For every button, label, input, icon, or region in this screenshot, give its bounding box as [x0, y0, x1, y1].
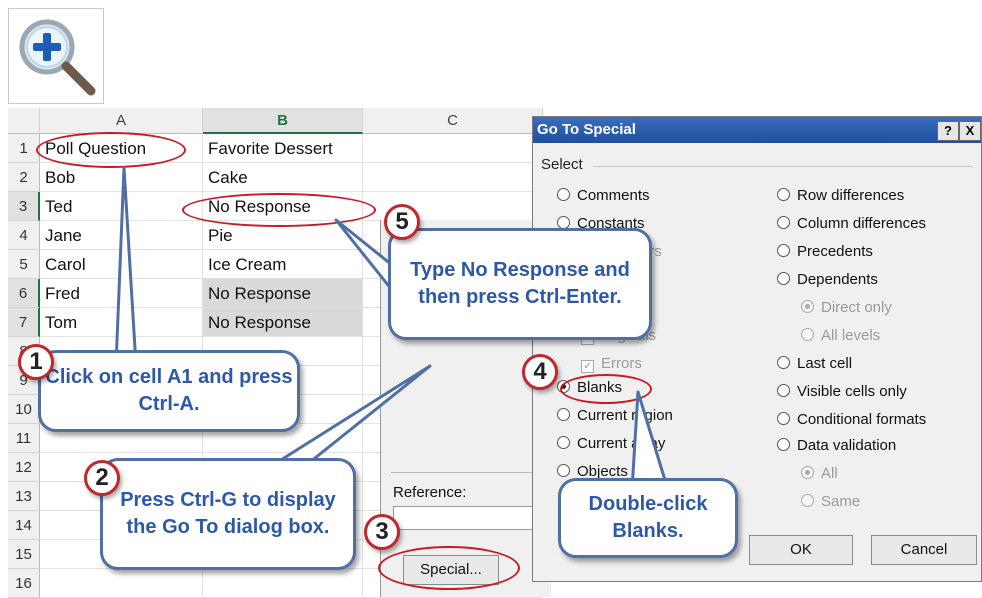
- callout-2: Press Ctrl-G to display the Go To dialog…: [100, 458, 356, 570]
- step-2-badge: 2: [84, 460, 120, 496]
- step-3-badge: 3: [364, 514, 400, 550]
- callout-2-text: Press Ctrl-G to display the Go To dialog…: [120, 489, 336, 538]
- callout-1-text: Click on cell A1 and press Ctrl-A.: [45, 366, 293, 415]
- step-4-badge: 4: [522, 354, 558, 390]
- callout-5: Type No Response and then press Ctrl-Ent…: [388, 228, 652, 340]
- step-5-badge: 5: [384, 204, 420, 240]
- callout-5-text: Type No Response and then press Ctrl-Ent…: [410, 259, 630, 308]
- callout-4-text: Double-click Blanks.: [588, 493, 708, 542]
- callout-1: Click on cell A1 and press Ctrl-A.: [38, 350, 300, 432]
- callout-4: Double-click Blanks.: [558, 478, 738, 558]
- step-1-badge: 1: [18, 344, 54, 380]
